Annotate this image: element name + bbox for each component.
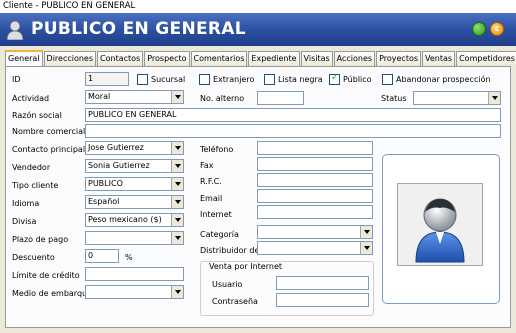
publico-checkbox[interactable]	[329, 73, 340, 85]
vendedor-select[interactable]: Sonia Gutierrez	[85, 159, 184, 173]
tipo-cliente-value: PUBLICO	[88, 179, 123, 188]
internet-field[interactable]	[257, 205, 373, 219]
descuento-unit: %	[125, 253, 133, 262]
medio-label: Medio de embarque	[12, 289, 93, 298]
razon-social-field[interactable]: PUBLICO EN GENERAL	[85, 108, 501, 122]
sucursal-label: Sucursal	[151, 75, 186, 84]
lista-negra-checkbox[interactable]	[264, 74, 275, 85]
page-title: PUBLICO EN GENERAL	[31, 19, 246, 39]
actividad-value: Moral	[88, 92, 111, 101]
rfc-field[interactable]	[257, 173, 373, 187]
chevron-down-icon[interactable]	[171, 160, 183, 172]
razon-social-label: Razón social	[12, 111, 62, 120]
chevron-down-icon[interactable]	[171, 178, 183, 190]
client-window: Cliente - PUBLICO EN GENERAL PUBLICO EN …	[0, 0, 516, 333]
plazo-select[interactable]	[85, 231, 184, 245]
ok-button[interactable]	[472, 22, 486, 36]
actividad-select[interactable]: Moral	[85, 90, 184, 104]
rfc-label: R.F.C.	[200, 177, 222, 186]
limite-field[interactable]	[85, 267, 184, 281]
fax-field[interactable]	[257, 157, 373, 171]
no-alterno-label: No. alterno	[200, 94, 245, 103]
distribuidor-label: Distribuidor de	[200, 246, 260, 255]
descuento-field[interactable]: 0	[85, 249, 119, 263]
contrasena-label: Contraseña	[212, 297, 258, 306]
usuario-field[interactable]	[276, 276, 369, 290]
sucursal-checkbox[interactable]	[137, 74, 148, 85]
id-label: ID	[12, 75, 21, 84]
idioma-label: Idioma	[12, 199, 40, 208]
no-alterno-field[interactable]	[257, 91, 304, 105]
telefono-label: Teléfono	[200, 145, 234, 154]
nombre-comercial-label: Nombre comercial	[12, 127, 86, 136]
publico-label: Público	[343, 75, 372, 84]
divisa-label: Divisa	[12, 217, 37, 226]
tipo-cliente-label: Tipo cliente	[12, 181, 59, 190]
chevron-down-icon[interactable]	[171, 91, 183, 103]
user-icon	[6, 20, 24, 40]
idioma-select[interactable]: Español	[85, 195, 184, 209]
tab-acciones[interactable]: Acciones	[333, 51, 376, 66]
chevron-down-icon[interactable]	[171, 232, 183, 244]
email-label: Email	[200, 194, 223, 203]
idioma-value: Español	[88, 197, 120, 206]
internet-label: Internet	[200, 210, 232, 219]
tipo-cliente-select[interactable]: PUBLICO	[85, 177, 184, 191]
chevron-down-icon[interactable]	[171, 214, 183, 226]
distribuidor-select[interactable]	[257, 241, 373, 255]
chevron-down-icon[interactable]	[488, 92, 500, 104]
user-avatar-icon	[415, 198, 465, 263]
divisa-select[interactable]: Peso mexicano ($)	[85, 213, 184, 227]
status-select[interactable]	[413, 91, 501, 105]
contacto-value: Jose Gutierrez	[88, 143, 144, 152]
actividad-label: Actividad	[12, 94, 50, 103]
fax-label: Fax	[200, 161, 214, 170]
contacto-select[interactable]: Jose Gutierrez	[85, 141, 184, 155]
vendedor-label: Vendedor	[12, 163, 51, 172]
chevron-down-icon[interactable]	[360, 242, 372, 254]
tab-direcciones[interactable]: Direcciones	[43, 51, 97, 66]
tab-visitas[interactable]: Visitas	[300, 51, 333, 66]
email-field[interactable]	[257, 189, 373, 203]
medio-select[interactable]	[85, 285, 184, 299]
extranjero-checkbox[interactable]	[199, 74, 210, 85]
tab-bar: General Direcciones Contactos Prospecto …	[5, 50, 516, 66]
contrasena-field[interactable]	[276, 293, 369, 307]
chevron-down-icon[interactable]	[360, 226, 372, 238]
id-field: 1	[85, 72, 129, 86]
tab-prospecto[interactable]: Prospecto	[144, 51, 190, 66]
divisa-value: Peso mexicano ($)	[88, 215, 162, 224]
tab-comentarios[interactable]: Comentarios	[190, 51, 248, 66]
nombre-comercial-field[interactable]	[85, 124, 501, 138]
tab-contactos[interactable]: Contactos	[97, 51, 144, 66]
extranjero-label: Extranjero	[213, 75, 255, 84]
cancel-button[interactable]: c	[490, 22, 504, 36]
lista-negra-label: Lista negra	[278, 75, 323, 84]
vendedor-value: Sonia Gutierrez	[88, 161, 150, 170]
tab-general[interactable]: General	[5, 50, 43, 66]
tab-expediente[interactable]: Expediente	[248, 51, 300, 66]
usuario-label: Usuario	[212, 280, 243, 289]
chevron-down-icon[interactable]	[171, 142, 183, 154]
status-label: Status	[381, 94, 407, 103]
categoria-label: Categoría	[200, 230, 239, 239]
window-title: Cliente - PUBLICO EN GENERAL	[0, 0, 516, 13]
abandonar-label: Abandonar prospección	[396, 75, 491, 84]
photo-placeholder[interactable]	[397, 183, 483, 266]
chevron-down-icon[interactable]	[171, 196, 183, 208]
venta-internet-label: Venta por Internet	[207, 262, 284, 272]
tab-ventas[interactable]: Ventas	[422, 51, 456, 66]
limite-label: Límite de crédito	[12, 271, 80, 280]
contacto-label: Contacto principal	[12, 145, 86, 154]
abandonar-checkbox[interactable]	[382, 74, 393, 85]
tab-competidores[interactable]: Competidores	[456, 51, 516, 66]
telefono-field[interactable]	[257, 141, 373, 155]
descuento-label: Descuento	[12, 253, 55, 262]
plazo-label: Plazo de pago	[12, 235, 69, 244]
chevron-down-icon[interactable]	[171, 286, 183, 298]
tab-proyectos[interactable]: Proyectos	[376, 51, 422, 66]
categoria-select[interactable]	[257, 225, 373, 239]
header-bar: PUBLICO EN GENERAL	[0, 13, 516, 46]
